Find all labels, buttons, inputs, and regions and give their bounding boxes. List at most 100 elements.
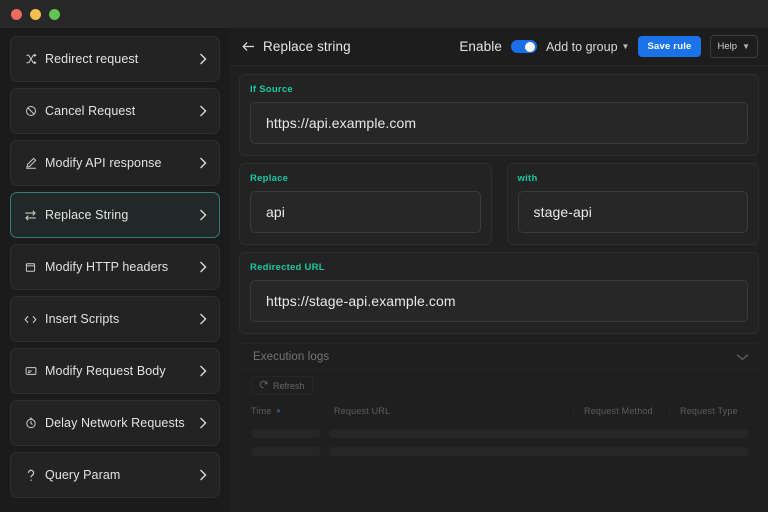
if-source-panel: If Source https://api.example.com xyxy=(239,74,759,156)
with-label: with xyxy=(517,173,538,184)
execution-logs-table-header: Time ▲ ▼ Request URL Request Method Requ… xyxy=(251,406,749,420)
sidebar-item-replace-string[interactable]: Replace String xyxy=(10,192,220,238)
chevron-down-icon[interactable] xyxy=(736,353,749,361)
redirected-url-value: https://stage-api.example.com xyxy=(266,293,456,309)
window-icon xyxy=(23,262,38,273)
table-row xyxy=(251,429,749,438)
execution-logs-title: Execution logs xyxy=(253,350,330,363)
chevron-right-icon xyxy=(198,261,207,273)
code-brackets-icon xyxy=(23,314,38,325)
app-window: Redirect request Cancel Request Modify A… xyxy=(0,0,768,512)
with-panel: with stage-api xyxy=(506,163,759,245)
toggle-knob xyxy=(524,41,535,52)
minimize-window-button[interactable] xyxy=(30,8,41,20)
column-header-request-method[interactable]: Request Method xyxy=(573,406,669,416)
sidebar-item-query-param[interactable]: Query Param xyxy=(10,452,220,498)
close-window-button[interactable] xyxy=(11,8,22,20)
chevron-right-icon xyxy=(198,53,207,65)
skeleton-placeholder xyxy=(251,447,321,456)
execution-logs-section: Execution logs Refresh Time ▲ ▼ Request … xyxy=(239,343,759,512)
chevron-right-icon xyxy=(198,105,207,117)
refresh-label: Refresh xyxy=(273,380,305,391)
sidebar-item-label: Cancel Request xyxy=(45,104,136,118)
enable-label: Enable xyxy=(459,39,502,54)
sidebar-item-modify-http-headers[interactable]: Modify HTTP headers xyxy=(10,244,220,290)
sidebar-item-label: Redirect request xyxy=(45,52,139,66)
column-header-request-url-label: Request URL xyxy=(334,406,391,416)
block-icon xyxy=(23,105,38,117)
sidebar-item-label: Insert Scripts xyxy=(45,312,120,326)
save-rule-button[interactable]: Save rule xyxy=(638,36,701,57)
enable-toggle[interactable] xyxy=(510,40,537,53)
skeleton-placeholder xyxy=(251,429,321,438)
refresh-button[interactable]: Refresh xyxy=(251,376,313,395)
sidebar-item-modify-api-response[interactable]: Modify API response xyxy=(10,140,220,186)
column-header-time-label: Time xyxy=(251,406,272,416)
arrow-left-icon[interactable] xyxy=(242,41,255,52)
sidebar-item-delay-network-requests[interactable]: Delay Network Requests xyxy=(10,400,220,446)
chevron-down-icon: ▼ xyxy=(621,41,630,51)
chevron-right-icon xyxy=(198,313,207,325)
chevron-right-icon xyxy=(198,365,207,377)
sidebar-item-label: Modify Request Body xyxy=(45,364,166,378)
window-titlebar xyxy=(0,0,768,28)
sidebar-item-label: Modify API response xyxy=(45,156,162,170)
with-input[interactable]: stage-api xyxy=(517,191,748,233)
if-source-value: https://api.example.com xyxy=(266,115,417,131)
column-header-request-type[interactable]: Request Type xyxy=(669,406,749,416)
skeleton-placeholder xyxy=(329,447,749,456)
column-header-request-type-label: Request Type xyxy=(680,406,738,416)
sidebar: Redirect request Cancel Request Modify A… xyxy=(0,28,230,512)
redirected-url-label: Redirected URL xyxy=(250,262,325,273)
replace-row: Replace api with stage-api xyxy=(239,163,759,245)
rule-form: If Source https://api.example.com Replac… xyxy=(230,66,768,512)
rule-toolbar: Replace string Enable Add to group ▼ Sav… xyxy=(230,28,768,66)
sidebar-item-label: Replace String xyxy=(45,208,129,222)
replace-panel: Replace api xyxy=(239,163,492,245)
column-header-request-url[interactable]: Request URL xyxy=(326,406,573,416)
help-label: Help xyxy=(717,41,738,52)
if-source-label: If Source xyxy=(250,84,293,95)
skeleton-placeholder xyxy=(329,429,749,438)
toolbar-actions: Enable Add to group ▼ Save rule Help ▼ xyxy=(459,35,758,58)
question-mark-icon xyxy=(23,469,38,482)
form-card-icon xyxy=(23,366,38,376)
help-button[interactable]: Help ▼ xyxy=(709,35,758,58)
sidebar-item-label: Delay Network Requests xyxy=(45,416,185,430)
table-row xyxy=(251,447,749,456)
chevron-right-icon xyxy=(198,209,207,221)
if-source-input[interactable]: https://api.example.com xyxy=(250,102,748,144)
replace-input[interactable]: api xyxy=(250,191,481,233)
chevron-right-icon xyxy=(198,469,207,481)
execution-logs-header[interactable]: Execution logs xyxy=(239,344,759,370)
sidebar-item-cancel-request[interactable]: Cancel Request xyxy=(10,88,220,134)
sidebar-item-redirect-request[interactable]: Redirect request xyxy=(10,36,220,82)
main-panel: Replace string Enable Add to group ▼ Sav… xyxy=(230,28,768,512)
chevron-down-icon: ▼ xyxy=(742,41,750,51)
sort-arrows-icon[interactable]: ▲ ▼ xyxy=(275,408,281,415)
chevron-right-icon xyxy=(198,157,207,169)
maximize-window-button[interactable] xyxy=(49,8,60,20)
redirected-url-input[interactable]: https://stage-api.example.com xyxy=(250,280,748,322)
add-to-group-dropdown[interactable]: Add to group ▼ xyxy=(546,40,630,54)
shuffle-icon xyxy=(23,53,38,65)
replace-value: api xyxy=(266,204,285,220)
redirected-url-panel: Redirected URL https://stage-api.example… xyxy=(239,252,759,334)
page-title: Replace string xyxy=(263,39,351,54)
swap-arrows-icon xyxy=(23,209,38,222)
refresh-icon xyxy=(259,380,268,391)
with-value: stage-api xyxy=(533,204,592,220)
sidebar-item-modify-request-body[interactable]: Modify Request Body xyxy=(10,348,220,394)
pencil-icon xyxy=(23,157,38,169)
sidebar-item-label: Query Param xyxy=(45,468,121,482)
sidebar-item-insert-scripts[interactable]: Insert Scripts xyxy=(10,296,220,342)
execution-logs-body: Refresh Time ▲ ▼ Request URL Request Met… xyxy=(239,370,759,456)
column-header-request-method-label: Request Method xyxy=(584,406,653,416)
sidebar-item-label: Modify HTTP headers xyxy=(45,260,169,274)
replace-label: Replace xyxy=(250,173,289,184)
clock-icon xyxy=(23,417,38,429)
main-body: Redirect request Cancel Request Modify A… xyxy=(0,28,768,512)
chevron-right-icon xyxy=(198,417,207,429)
column-header-time[interactable]: Time ▲ ▼ xyxy=(251,406,326,416)
add-to-group-label: Add to group xyxy=(545,39,618,54)
